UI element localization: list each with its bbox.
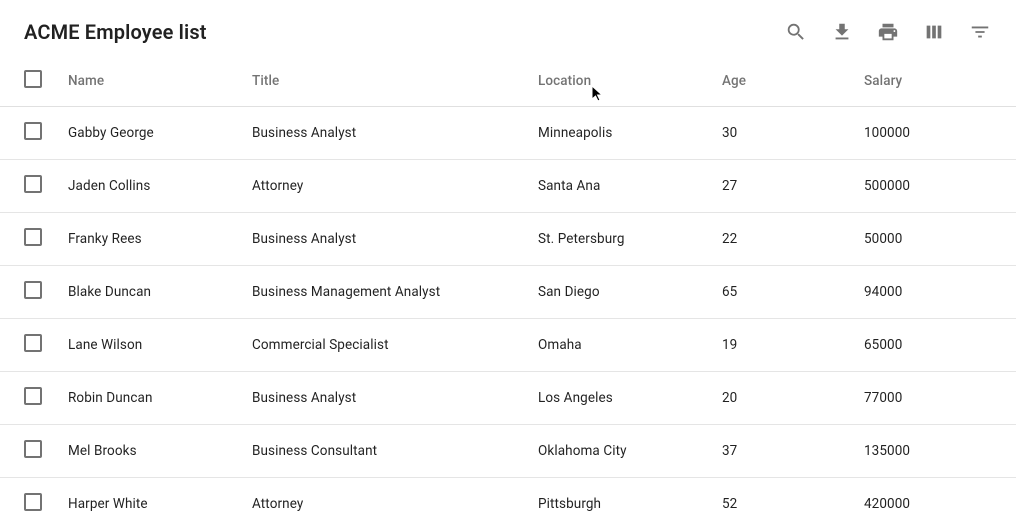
table-header-row: Name Title Location Age Salary xyxy=(0,56,1016,107)
row-select-cell[interactable] xyxy=(0,213,56,266)
cell-location: Omaha xyxy=(526,319,710,372)
print-icon[interactable] xyxy=(876,20,900,44)
cell-location: San Diego xyxy=(526,266,710,319)
cell-age: 30 xyxy=(710,107,852,160)
cell-location: Los Angeles xyxy=(526,372,710,425)
cell-age: 19 xyxy=(710,319,852,372)
cell-salary: 77000 xyxy=(852,372,1016,425)
table-row[interactable]: Harper WhiteAttorneyPittsburgh52420000 xyxy=(0,478,1016,525)
cell-title: Business Analyst xyxy=(240,213,526,266)
cell-name: Harper White xyxy=(56,478,240,525)
row-select-cell[interactable] xyxy=(0,372,56,425)
table-row[interactable]: Mel BrooksBusiness ConsultantOklahoma Ci… xyxy=(0,425,1016,478)
table-toolbar: ACME Employee list xyxy=(0,0,1016,56)
table-row[interactable]: Franky ReesBusiness AnalystSt. Petersbur… xyxy=(0,213,1016,266)
checkbox-icon[interactable] xyxy=(24,440,42,458)
cell-name: Lane Wilson xyxy=(56,319,240,372)
cell-salary: 500000 xyxy=(852,160,1016,213)
cell-name: Franky Rees xyxy=(56,213,240,266)
download-icon[interactable] xyxy=(830,20,854,44)
cell-name: Robin Duncan xyxy=(56,372,240,425)
employee-table: Name Title Location Age Salary Gabby Geo… xyxy=(0,56,1016,525)
checkbox-icon[interactable] xyxy=(24,122,42,140)
cell-salary: 50000 xyxy=(852,213,1016,266)
row-select-cell[interactable] xyxy=(0,107,56,160)
row-select-cell[interactable] xyxy=(0,266,56,319)
cell-salary: 100000 xyxy=(852,107,1016,160)
filter-icon[interactable] xyxy=(968,20,992,44)
checkbox-icon[interactable] xyxy=(24,70,42,88)
table-title: ACME Employee list xyxy=(24,20,784,44)
cell-location: Minneapolis xyxy=(526,107,710,160)
header-select-all[interactable] xyxy=(0,56,56,107)
table-row[interactable]: Robin DuncanBusiness AnalystLos Angeles2… xyxy=(0,372,1016,425)
checkbox-icon[interactable] xyxy=(24,281,42,299)
cell-title: Attorney xyxy=(240,160,526,213)
row-select-cell[interactable] xyxy=(0,160,56,213)
cell-salary: 65000 xyxy=(852,319,1016,372)
cell-salary: 420000 xyxy=(852,478,1016,525)
header-location[interactable]: Location xyxy=(526,56,710,107)
cell-age: 65 xyxy=(710,266,852,319)
cell-age: 37 xyxy=(710,425,852,478)
cell-age: 52 xyxy=(710,478,852,525)
cell-name: Blake Duncan xyxy=(56,266,240,319)
cell-name: Mel Brooks xyxy=(56,425,240,478)
cell-location: Oklahoma City xyxy=(526,425,710,478)
cell-name: Jaden Collins xyxy=(56,160,240,213)
toolbar-actions xyxy=(784,20,992,44)
cell-location: Santa Ana xyxy=(526,160,710,213)
cell-location: St. Petersburg xyxy=(526,213,710,266)
row-select-cell[interactable] xyxy=(0,319,56,372)
table-row[interactable]: Gabby GeorgeBusiness AnalystMinneapolis3… xyxy=(0,107,1016,160)
checkbox-icon[interactable] xyxy=(24,175,42,193)
cell-title: Attorney xyxy=(240,478,526,525)
cell-age: 22 xyxy=(710,213,852,266)
search-icon[interactable] xyxy=(784,20,808,44)
header-salary[interactable]: Salary xyxy=(852,56,1016,107)
table-row[interactable]: Lane WilsonCommercial SpecialistOmaha196… xyxy=(0,319,1016,372)
cell-title: Business Management Analyst xyxy=(240,266,526,319)
view-columns-icon[interactable] xyxy=(922,20,946,44)
row-select-cell[interactable] xyxy=(0,425,56,478)
data-table-container: ACME Employee list xyxy=(0,0,1016,525)
cell-title: Business Analyst xyxy=(240,372,526,425)
cell-age: 20 xyxy=(710,372,852,425)
cell-title: Commercial Specialist xyxy=(240,319,526,372)
row-select-cell[interactable] xyxy=(0,478,56,525)
cell-salary: 135000 xyxy=(852,425,1016,478)
cell-name: Gabby George xyxy=(56,107,240,160)
checkbox-icon[interactable] xyxy=(24,334,42,352)
table-row[interactable]: Blake DuncanBusiness Management AnalystS… xyxy=(0,266,1016,319)
table-row[interactable]: Jaden CollinsAttorneySanta Ana27500000 xyxy=(0,160,1016,213)
checkbox-icon[interactable] xyxy=(24,228,42,246)
cell-age: 27 xyxy=(710,160,852,213)
header-name[interactable]: Name xyxy=(56,56,240,107)
cell-title: Business Analyst xyxy=(240,107,526,160)
cell-salary: 94000 xyxy=(852,266,1016,319)
header-title[interactable]: Title xyxy=(240,56,526,107)
cell-location: Pittsburgh xyxy=(526,478,710,525)
cell-title: Business Consultant xyxy=(240,425,526,478)
header-age[interactable]: Age xyxy=(710,56,852,107)
checkbox-icon[interactable] xyxy=(24,493,42,511)
checkbox-icon[interactable] xyxy=(24,387,42,405)
